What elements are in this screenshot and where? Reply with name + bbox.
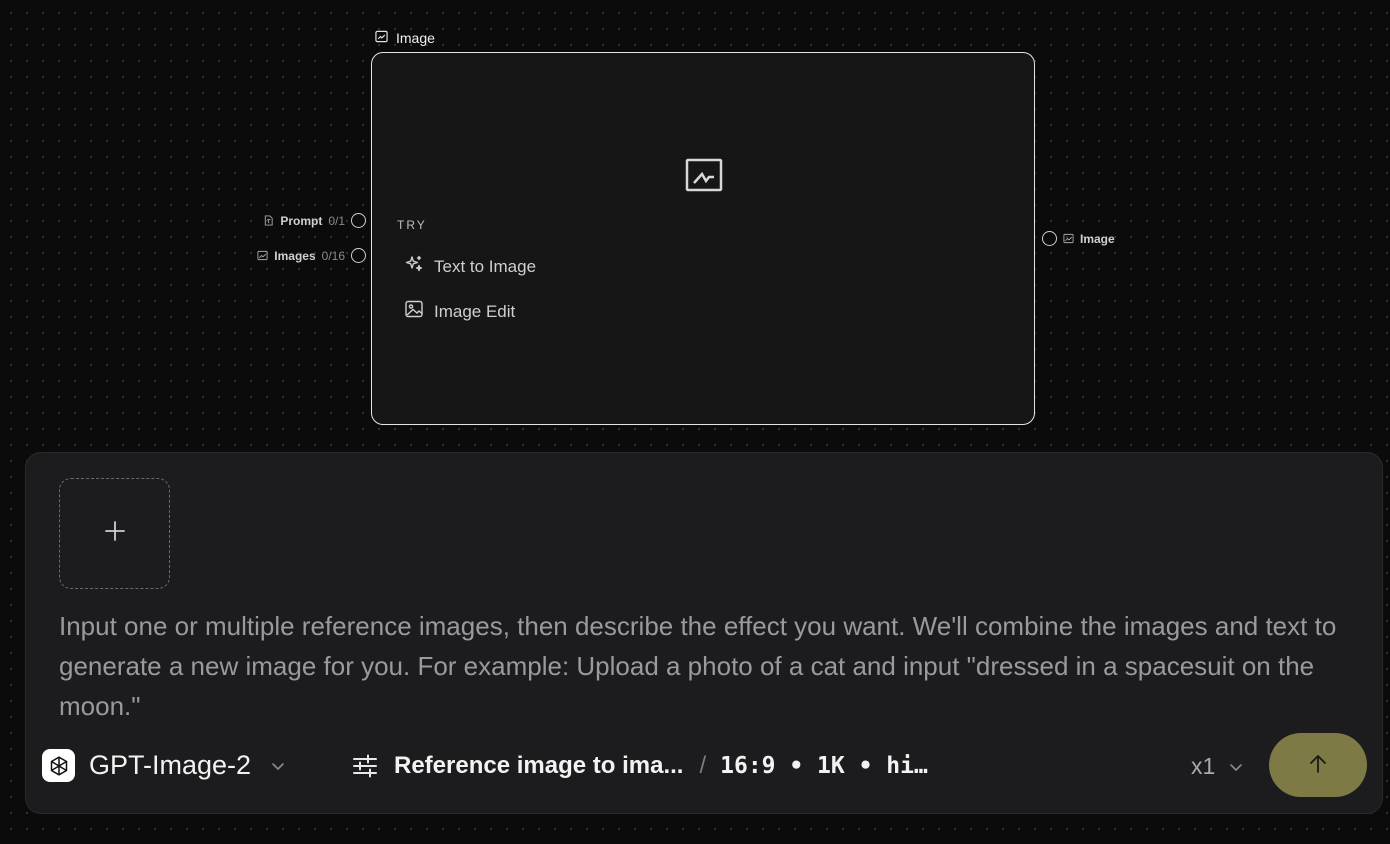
port-count: 0/16	[321, 248, 345, 263]
port-label: Prompt	[280, 213, 323, 228]
port-label: Images	[274, 248, 316, 263]
try-item-label: Image Edit	[434, 301, 516, 321]
plus-icon	[104, 520, 126, 547]
image-icon	[404, 299, 424, 324]
port-output-image: Image	[1042, 231, 1115, 246]
chevron-down-icon	[269, 757, 287, 775]
port-label: Image	[1080, 231, 1115, 246]
openai-logo-icon	[42, 749, 75, 782]
image-icon	[1063, 233, 1074, 244]
image-placeholder-icon	[685, 158, 723, 192]
try-item-label: Text to Image	[434, 256, 537, 276]
sliders-icon	[350, 751, 380, 781]
model-name: GPT-Image-2	[89, 750, 252, 780]
node-header: Image	[375, 30, 435, 46]
mode-label: Reference image to ima...	[394, 752, 684, 779]
model-selector[interactable]: GPT-Image-2	[42, 749, 287, 782]
image-icon	[375, 30, 388, 46]
image-node-card[interactable]: TRY Text to Image Image Edit	[371, 52, 1035, 425]
composer-panel: Input one or multiple reference images, …	[25, 452, 1383, 814]
count-value: x1	[1191, 753, 1216, 779]
composer-toolbar: GPT-Image-2 Reference image to ima... / …	[42, 733, 1367, 799]
chevron-down-icon	[1227, 758, 1245, 776]
prompt-input[interactable]: Input one or multiple reference images, …	[59, 606, 1359, 726]
sparkles-icon	[404, 254, 424, 279]
send-button[interactable]	[1269, 733, 1367, 797]
arrow-up-icon	[1306, 752, 1330, 779]
add-reference-image-button[interactable]	[59, 478, 170, 589]
try-image-edit[interactable]: Image Edit	[404, 299, 515, 324]
params-summary: 16:9 • 1K • hi…	[720, 753, 928, 779]
port-images: Images 0/16	[257, 248, 366, 263]
input-handle-prompt[interactable]	[351, 213, 366, 228]
port-prompt: Prompt 0/1	[263, 213, 366, 228]
generation-settings-button[interactable]: Reference image to ima... / 16:9 • 1K • …	[350, 751, 928, 781]
port-count: 0/1	[328, 213, 345, 228]
text-file-icon	[263, 215, 274, 226]
try-label: TRY	[397, 218, 427, 232]
separator: /	[699, 752, 707, 779]
node-title: Image	[396, 30, 435, 46]
output-handle-image[interactable]	[1042, 231, 1057, 246]
count-selector[interactable]: x1	[1191, 753, 1245, 780]
input-handle-images[interactable]	[351, 248, 366, 263]
try-text-to-image[interactable]: Text to Image	[404, 254, 536, 279]
image-icon	[257, 250, 268, 261]
